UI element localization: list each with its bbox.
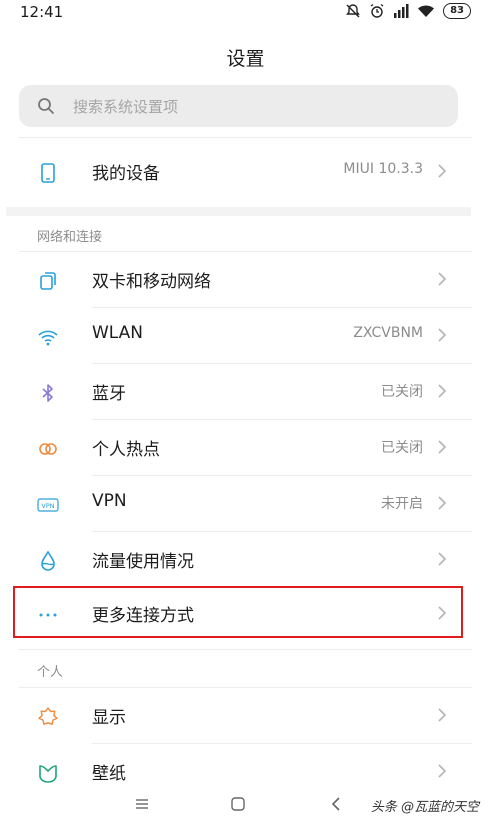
wifi-status-icon [417,4,435,18]
sidebar-item-display[interactable]: 显示 [0,688,491,744]
chevron-right-icon [437,163,447,183]
section-personal-label: 个人 [37,665,64,680]
section-divider [6,207,471,216]
search-icon [37,97,55,119]
phone-icon [37,162,59,184]
signal-icon [393,3,409,19]
chevron-right-icon [437,271,447,291]
display-icon [37,706,59,728]
chevron-right-icon [437,551,447,571]
chevron-right-icon [437,327,447,347]
search-placeholder: 搜索系统设置项 [73,98,179,116]
page-title: 设置 [226,48,265,70]
row-value: 已关闭 [381,384,423,400]
sidebar-item-wlan[interactable]: WLAN ZXCVBNM [0,308,491,364]
sidebar-item-hotspot[interactable]: 个人热点 已关闭 [0,420,491,476]
alarm-icon [369,3,385,19]
chevron-right-icon [437,763,447,783]
vpn-icon: VPN [37,494,59,516]
navigation-bar: 头条 @瓦蓝的天空 [0,784,491,826]
row-label: 显示 [92,708,126,728]
row-label: 壁纸 [92,764,126,784]
divider-line [19,649,472,650]
sidebar-item-data-usage[interactable]: 流量使用情况 [0,532,491,588]
watermark: 头条 @瓦蓝的天空 [370,800,479,815]
sidebar-item-bluetooth[interactable]: 蓝牙 已关闭 [0,364,491,420]
dual-sim-icon [37,270,59,292]
row-label: WLAN [92,323,144,343]
hotspot-icon [37,438,59,460]
divider-line [19,137,472,138]
chevron-right-icon [437,707,447,727]
back-button[interactable] [329,796,343,816]
row-label: 蓝牙 [92,384,126,404]
row-value: ZXCVBNM [353,325,423,341]
battery-icon: 83 [443,3,471,19]
home-button[interactable] [230,796,246,816]
wifi-icon [37,326,59,348]
data-usage-icon [37,550,59,572]
wallpaper-icon [37,762,59,784]
my-device-value: MIUI 10.3.3 [343,161,423,177]
section-network-label: 网络和连接 [37,230,103,245]
bluetooth-icon [37,382,59,404]
sidebar-item-vpn[interactable]: VPN VPN 未开启 [0,476,491,532]
menu-button[interactable] [134,796,150,816]
row-label: 双卡和移动网络 [92,272,211,292]
status-bar: 12:41 83 [0,0,491,24]
search-input[interactable]: 搜索系统设置项 [19,85,458,127]
row-label: 流量使用情况 [92,552,194,572]
status-icons: 83 [345,3,471,19]
chevron-right-icon [437,439,447,459]
status-time: 12:41 [20,3,64,21]
row-value: 未开启 [381,496,423,512]
chevron-right-icon [437,495,447,515]
my-device-label: 我的设备 [92,164,160,184]
row-label: VPN [92,491,127,511]
mute-icon [345,3,361,19]
row-label: 个人热点 [92,440,160,460]
my-device-row[interactable]: 我的设备 MIUI 10.3.3 [0,144,491,200]
svg-text:VPN: VPN [41,502,54,510]
row-value: 已关闭 [381,440,423,456]
sidebar-item-dual-sim[interactable]: 双卡和移动网络 [0,252,491,308]
chevron-right-icon [437,383,447,403]
highlight-box [13,586,463,638]
